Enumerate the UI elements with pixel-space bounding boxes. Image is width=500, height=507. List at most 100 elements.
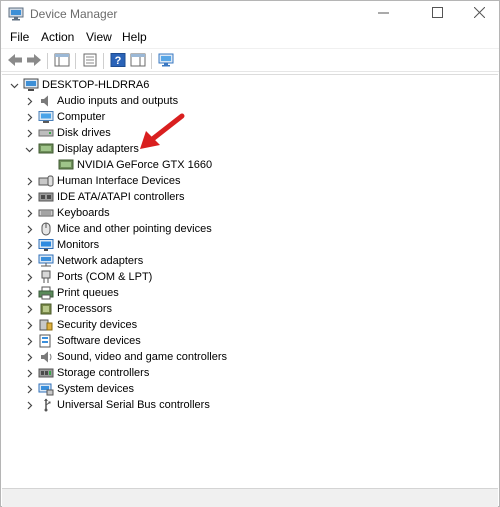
toolbar-separator bbox=[151, 53, 152, 69]
close-button[interactable] bbox=[456, 1, 500, 27]
category-label: Monitors bbox=[57, 239, 100, 251]
chevron-right-icon[interactable] bbox=[23, 221, 35, 237]
show-hide-console-tree-button[interactable] bbox=[53, 52, 71, 70]
help-icon: ? bbox=[110, 52, 126, 70]
tree-category[interactable]: Processors bbox=[23, 301, 112, 317]
chevron-right-icon[interactable] bbox=[23, 381, 35, 397]
category-label: Display adapters bbox=[57, 143, 139, 155]
tree-category[interactable]: Universal Serial Bus controllers bbox=[23, 397, 210, 413]
category-label: IDE ATA/ATAPI controllers bbox=[57, 191, 185, 203]
maximize-button[interactable] bbox=[414, 1, 460, 27]
category-label: Mice and other pointing devices bbox=[57, 223, 212, 235]
device-label: NVIDIA GeForce GTX 1660 bbox=[77, 159, 213, 171]
speaker-icon bbox=[38, 94, 54, 108]
tree-root-label: DESKTOP-HLDRRA6 bbox=[42, 79, 150, 91]
processor-icon bbox=[38, 302, 54, 316]
chevron-down-icon[interactable] bbox=[8, 77, 20, 93]
back-button[interactable] bbox=[6, 52, 24, 70]
properties-button[interactable] bbox=[81, 52, 99, 70]
tree-category[interactable]: Monitors bbox=[23, 237, 99, 253]
toolbar: ? bbox=[1, 48, 499, 72]
chevron-right-icon[interactable] bbox=[23, 237, 35, 253]
printer-icon bbox=[38, 286, 54, 300]
tree-category[interactable]: Software devices bbox=[23, 333, 141, 349]
chevron-right-icon[interactable] bbox=[23, 301, 35, 317]
chevron-right-icon[interactable] bbox=[23, 173, 35, 189]
chevron-right-icon[interactable] bbox=[23, 285, 35, 301]
tree-category[interactable]: Mice and other pointing devices bbox=[23, 221, 212, 237]
chevron-right-icon[interactable] bbox=[23, 317, 35, 333]
menu-help[interactable]: Help bbox=[122, 30, 147, 44]
minimize-button[interactable] bbox=[360, 1, 406, 27]
ide-controller-icon bbox=[38, 190, 54, 204]
sound-controller-icon bbox=[38, 350, 54, 364]
window-title: Device Manager bbox=[30, 7, 118, 21]
keyboard-icon bbox=[38, 206, 54, 220]
tree-category[interactable]: Keyboards bbox=[23, 205, 110, 221]
mouse-icon bbox=[38, 222, 54, 236]
tree-category[interactable]: Human Interface Devices bbox=[23, 173, 181, 189]
chevron-right-icon[interactable] bbox=[23, 397, 35, 413]
tree-device[interactable]: NVIDIA GeForce GTX 1660 bbox=[58, 157, 212, 173]
chevron-right-icon[interactable] bbox=[23, 109, 35, 125]
chevron-right-icon[interactable] bbox=[23, 125, 35, 141]
action-pane-button[interactable] bbox=[129, 52, 147, 70]
software-device-icon bbox=[38, 334, 54, 348]
arrow-left-icon bbox=[7, 53, 23, 70]
minimize-icon bbox=[377, 7, 389, 21]
system-device-icon bbox=[38, 382, 54, 396]
chevron-right-icon[interactable] bbox=[23, 269, 35, 285]
tree-root[interactable]: DESKTOP-HLDRRA6 bbox=[8, 77, 149, 93]
tree-category[interactable]: IDE ATA/ATAPI controllers bbox=[23, 189, 185, 205]
console-tree-icon bbox=[54, 53, 70, 70]
chevron-right-icon[interactable] bbox=[23, 349, 35, 365]
tree-category[interactable]: Print queues bbox=[23, 285, 119, 301]
tree-category[interactable]: Ports (COM & LPT) bbox=[23, 269, 152, 285]
toolbar-separator bbox=[103, 53, 104, 69]
annotation-arrow-icon bbox=[140, 113, 185, 149]
category-label: Security devices bbox=[57, 319, 138, 331]
toolbar-separator bbox=[75, 53, 76, 69]
action-pane-icon bbox=[130, 53, 146, 70]
toolbar-separator bbox=[47, 53, 48, 69]
storage-controller-icon bbox=[38, 366, 54, 380]
forward-button[interactable] bbox=[25, 52, 43, 70]
chevron-right-icon[interactable] bbox=[23, 333, 35, 349]
help-button[interactable]: ? bbox=[109, 52, 127, 70]
chevron-right-icon[interactable] bbox=[23, 189, 35, 205]
disk-drive-icon bbox=[38, 126, 54, 140]
monitor-scan-icon bbox=[158, 53, 174, 70]
category-label: Storage controllers bbox=[57, 367, 150, 379]
chevron-right-icon[interactable] bbox=[23, 365, 35, 381]
tree-category[interactable]: System devices bbox=[23, 381, 134, 397]
category-label: Audio inputs and outputs bbox=[57, 95, 179, 107]
tree-category[interactable]: Sound, video and game controllers bbox=[23, 349, 227, 365]
menu-bar: File Action View Help bbox=[1, 27, 499, 47]
computer-icon bbox=[38, 110, 54, 124]
tree-category[interactable]: Security devices bbox=[23, 317, 137, 333]
tree-category-expanded[interactable]: Display adapters bbox=[23, 141, 139, 157]
menu-file[interactable]: File bbox=[10, 30, 29, 44]
hid-icon bbox=[38, 174, 54, 188]
chevron-right-icon[interactable] bbox=[23, 93, 35, 109]
chevron-right-icon[interactable] bbox=[23, 205, 35, 221]
category-label: Disk drives bbox=[57, 127, 111, 139]
display-adapter-icon bbox=[58, 158, 74, 172]
category-label: Network adapters bbox=[57, 255, 144, 267]
usb-icon bbox=[38, 398, 54, 412]
chevron-down-icon[interactable] bbox=[23, 141, 35, 157]
tree-category[interactable]: Computer bbox=[23, 109, 105, 125]
device-tree: DESKTOP-HLDRRA6 Audio inputs and outputs… bbox=[2, 74, 498, 487]
category-label: Software devices bbox=[57, 335, 141, 347]
tree-category[interactable]: Network adapters bbox=[23, 253, 143, 269]
arrow-right-icon bbox=[26, 53, 42, 70]
category-label: Computer bbox=[57, 111, 106, 123]
tree-category[interactable]: Audio inputs and outputs bbox=[23, 93, 178, 109]
scan-hardware-changes-button[interactable] bbox=[157, 52, 175, 70]
close-icon bbox=[473, 6, 485, 21]
chevron-right-icon[interactable] bbox=[23, 253, 35, 269]
menu-view[interactable]: View bbox=[86, 30, 112, 44]
tree-category[interactable]: Storage controllers bbox=[23, 365, 149, 381]
menu-action[interactable]: Action bbox=[41, 30, 74, 44]
tree-category[interactable]: Disk drives bbox=[23, 125, 111, 141]
